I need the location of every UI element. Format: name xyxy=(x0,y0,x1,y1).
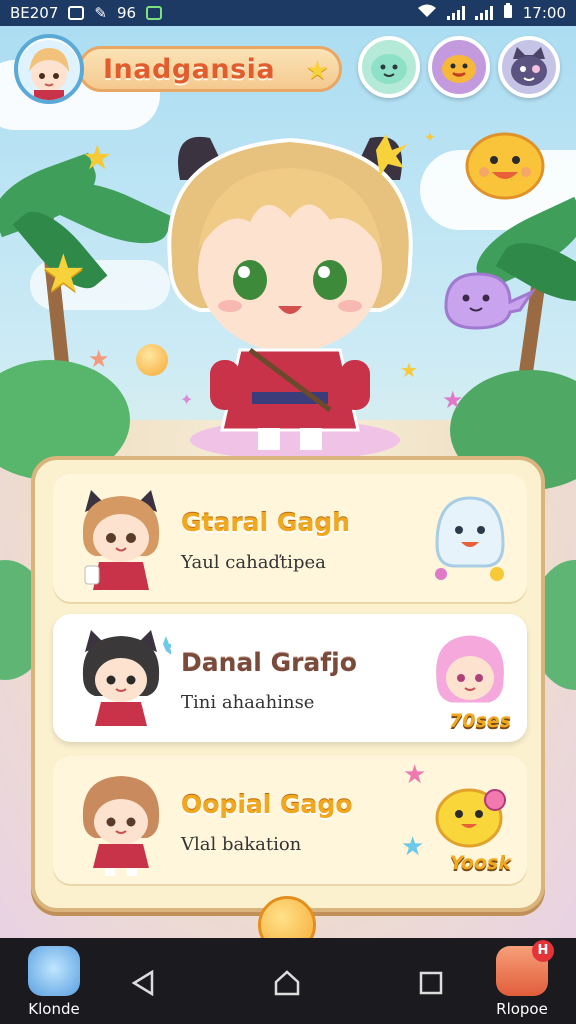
wrench-icon: ✎ xyxy=(94,4,107,22)
status-text: BE207 xyxy=(10,4,59,22)
pet-chick-button[interactable] xyxy=(428,36,490,98)
character-name: Danal Grafjo xyxy=(181,648,357,677)
star-icon: ★ xyxy=(82,138,113,178)
character-portrait xyxy=(71,622,177,734)
chick-pet-icon xyxy=(442,55,476,83)
character-card[interactable]: Danal Grafjo Tini ahaahinse 70ses xyxy=(53,614,527,742)
character-card[interactable]: Oopial Gago Vlal bakation Yoosk ★ ★ xyxy=(53,756,527,884)
app-label: Klonde xyxy=(28,1000,80,1018)
app-shortcut-left[interactable]: Klonde xyxy=(14,946,94,1022)
app-shortcut-right[interactable]: H Rlopoe xyxy=(482,940,562,1022)
star-icon: ★ xyxy=(40,244,87,304)
image-icon xyxy=(146,6,163,20)
wifi-icon xyxy=(417,4,437,22)
character-subtitle: Tini ahaahinse xyxy=(181,692,315,713)
status-bar: BE207 ✎ 96 17:00 xyxy=(0,0,576,26)
player-avatar[interactable] xyxy=(14,34,84,104)
pet-label: 70ses xyxy=(449,710,511,732)
clock: 17:00 xyxy=(522,4,566,22)
ghost-app-icon xyxy=(28,946,80,996)
star-icon: ★ xyxy=(442,386,464,414)
ghost-pet-decoration xyxy=(436,266,537,340)
battery-icon xyxy=(503,3,513,23)
character-list-panel: Gtaral Gagh Yaul cahaďtipea Danal Grafjo… xyxy=(31,456,545,912)
star-icon: ★ xyxy=(88,345,110,373)
signal-icon xyxy=(446,6,465,20)
cat-pet-icon xyxy=(511,47,547,86)
pet-label: Yoosk xyxy=(449,852,511,874)
character-portrait xyxy=(71,764,171,876)
app-label: Rlopoe xyxy=(496,1000,548,1018)
location-icon xyxy=(68,6,85,20)
navigation-bar: Klonde H Rlopoe xyxy=(0,938,576,1024)
avatar-face-icon xyxy=(29,48,69,100)
top-bar: Inadgansia ★ xyxy=(12,34,564,104)
title-pill[interactable]: Inadgansia ★ xyxy=(78,46,342,92)
character-subtitle: Vlal bakation xyxy=(181,834,302,855)
star-icon: ★ xyxy=(305,56,329,86)
notification-badge: H xyxy=(532,940,554,962)
ghost-pet-icon xyxy=(425,484,515,588)
menu-app-icon: H xyxy=(496,940,554,996)
star-icon: ★ xyxy=(403,760,427,790)
chick-pet-decoration xyxy=(460,124,550,208)
recents-icon[interactable] xyxy=(416,968,446,998)
star-icon: ★ xyxy=(401,832,425,862)
character-card[interactable]: Gtaral Gagh Yaul cahaďtipea xyxy=(53,474,527,602)
back-icon[interactable] xyxy=(128,968,158,998)
character-portrait xyxy=(71,482,171,594)
character-subtitle: Yaul cahaďtipea xyxy=(181,552,326,573)
pet-ghost-button[interactable] xyxy=(358,36,420,98)
home-icon[interactable] xyxy=(272,968,302,998)
status-mid-text: 96 xyxy=(116,4,137,22)
ghost-pet-icon xyxy=(371,54,407,84)
character-name: Gtaral Gagh xyxy=(181,508,350,537)
game-title: Inadgansia xyxy=(103,53,276,85)
hero-character[interactable] xyxy=(140,110,440,450)
pet-cat-button[interactable] xyxy=(498,36,560,98)
signal-icon xyxy=(474,6,493,20)
character-name: Oopial Gago xyxy=(181,790,353,819)
